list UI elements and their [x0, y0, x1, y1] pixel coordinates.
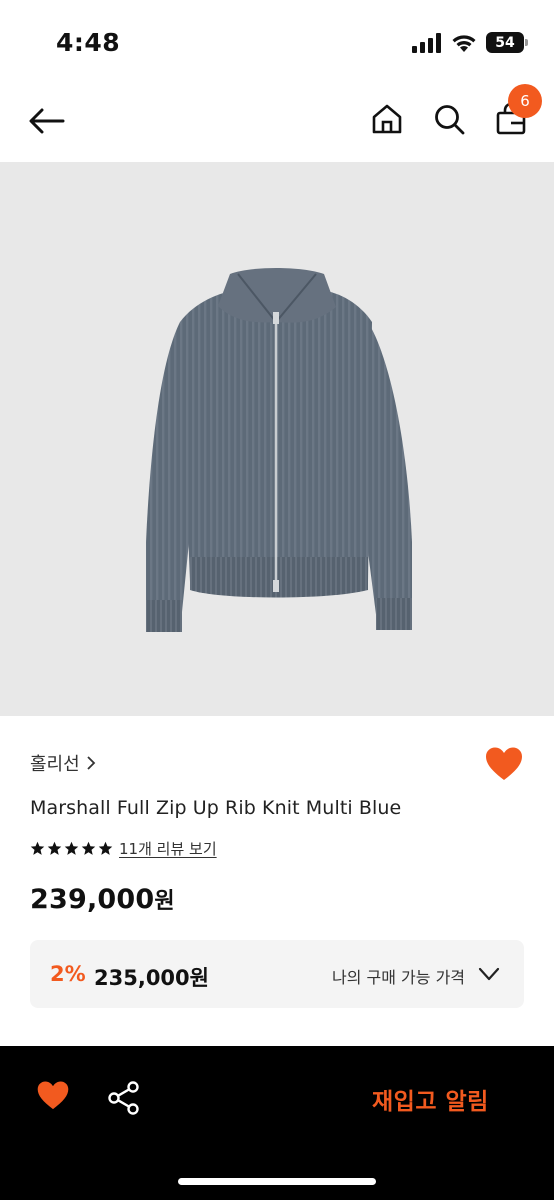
- home-indicator: [178, 1178, 376, 1185]
- star-icon: [47, 841, 62, 855]
- my-price-label: 나의 구매 가능 가격: [332, 968, 466, 987]
- price-value: 239,000: [30, 884, 155, 915]
- wishlist-button[interactable]: [484, 746, 524, 784]
- brand-name: 홀리선: [30, 754, 80, 775]
- heart-icon: [486, 747, 522, 780]
- star-icon: [64, 841, 79, 855]
- chevron-down-icon: [478, 967, 500, 981]
- product-price: 239,000원: [30, 883, 175, 915]
- rating-stars: [30, 841, 113, 856]
- star-icon: [81, 841, 96, 855]
- signal-icon: [412, 32, 441, 53]
- battery-icon: 54: [486, 32, 528, 53]
- search-icon: [435, 105, 465, 135]
- status-bar: 4:48 54: [0, 0, 554, 80]
- home-button[interactable]: [366, 98, 408, 140]
- price-unit: 원: [154, 889, 175, 914]
- wifi-icon: [452, 35, 476, 52]
- share-button[interactable]: [106, 1080, 142, 1116]
- product-image[interactable]: [0, 162, 554, 716]
- bottom-wishlist-button[interactable]: [36, 1080, 70, 1112]
- discount-price: 235,000원: [94, 966, 209, 990]
- discount-rate: 2%: [50, 962, 86, 986]
- top-nav: 6: [0, 80, 554, 162]
- my-price-dropdown[interactable]: 2% 235,000원 나의 구매 가능 가격: [30, 940, 524, 1008]
- back-button[interactable]: [26, 100, 68, 142]
- star-icon: [98, 841, 113, 855]
- restock-alert-button[interactable]: 재입고 알림: [372, 1082, 489, 1116]
- arrow-left-icon: [29, 108, 65, 134]
- product-name: Marshall Full Zip Up Rib Knit Multi Blue: [30, 797, 402, 819]
- bottom-action-bar: 재입고 알림: [0, 1046, 554, 1200]
- cart-count-badge: 6: [508, 84, 542, 118]
- share-icon: [108, 1081, 139, 1115]
- home-icon: [372, 104, 402, 134]
- search-button[interactable]: [428, 98, 470, 140]
- status-time: 4:48: [56, 28, 121, 57]
- chevron-right-icon: [87, 756, 95, 770]
- rating-row: 11개 리뷰 보기: [30, 838, 217, 859]
- star-icon: [30, 841, 45, 855]
- zip-knit-cardigan-photo: [146, 268, 412, 632]
- review-link[interactable]: 11개 리뷰 보기: [119, 838, 217, 859]
- heart-icon: [37, 1081, 69, 1110]
- brand-link[interactable]: 홀리선: [30, 750, 96, 776]
- battery-level: 54: [495, 34, 515, 51]
- status-icons: 54: [412, 32, 528, 53]
